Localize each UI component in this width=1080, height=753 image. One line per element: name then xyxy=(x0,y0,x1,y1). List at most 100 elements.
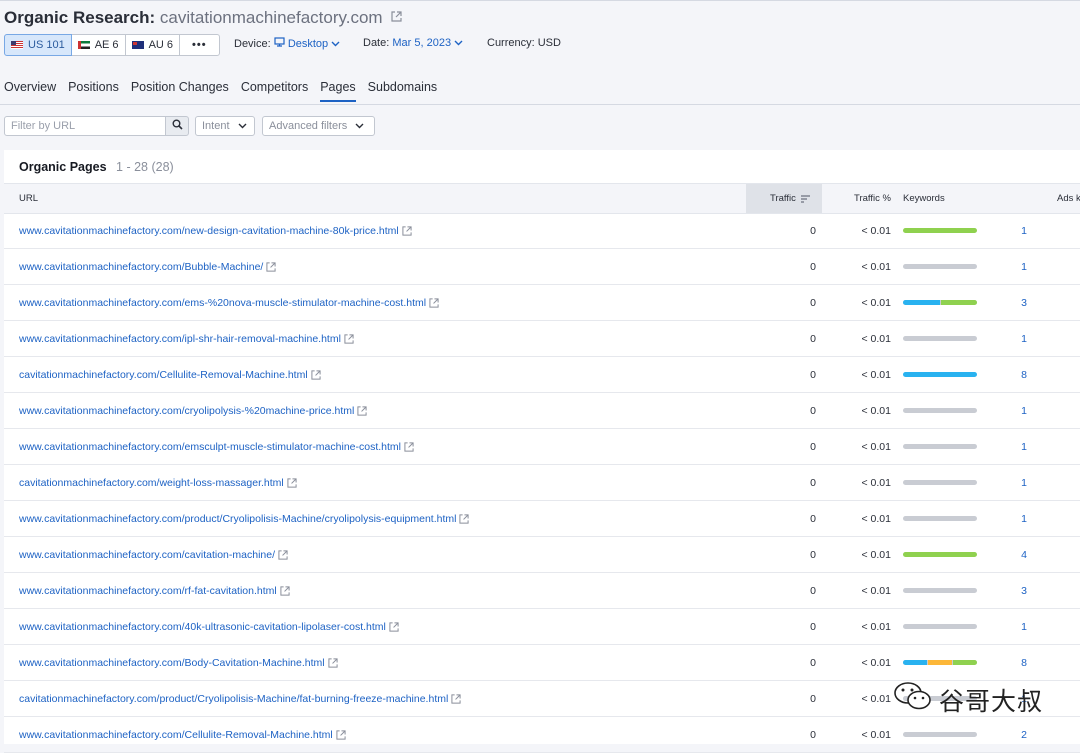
table-row: www.cavitationmachinefactory.com/ems-%20… xyxy=(4,285,1080,321)
external-link-icon[interactable] xyxy=(357,405,367,416)
traffic-percent-value: < 0.01 xyxy=(861,728,892,741)
keywords-count-link[interactable]: 8 xyxy=(1021,645,1027,680)
page-url-link[interactable]: www.cavitationmachinefactory.com/cryolip… xyxy=(19,393,367,428)
tabs-divider xyxy=(0,104,1080,105)
page-title-domain[interactable]: cavitationmachinefactory.com xyxy=(160,8,383,27)
advanced-filters-dropdown[interactable]: Advanced filters xyxy=(262,116,375,136)
page-url-link[interactable]: www.cavitationmachinefactory.com/cavitat… xyxy=(19,537,288,572)
table-row: www.cavitationmachinefactory.com/new-des… xyxy=(4,213,1080,249)
page-url-link[interactable]: www.cavitationmachinefactory.com/new-des… xyxy=(19,213,412,248)
keyword-intent-bar xyxy=(903,624,977,629)
external-link-icon[interactable] xyxy=(336,729,346,740)
tab-overview[interactable]: Overview xyxy=(4,80,56,102)
keywords-count-link[interactable]: 4 xyxy=(1021,537,1027,572)
panel-title-label: Organic Pages xyxy=(19,160,107,174)
page-url-link[interactable]: www.cavitationmachinefactory.com/emsculp… xyxy=(19,429,414,464)
database-us-button[interactable]: US 101 xyxy=(4,34,72,56)
page-url-text: www.cavitationmachinefactory.com/40k-ult… xyxy=(19,620,386,633)
page-url-link[interactable]: www.cavitationmachinefactory.com/ems-%20… xyxy=(19,285,439,320)
external-link-icon[interactable] xyxy=(429,297,439,308)
keyword-intent-segment xyxy=(903,300,940,305)
keyword-intent-bar xyxy=(903,552,977,557)
database-ae-button[interactable]: AE 6 xyxy=(70,34,126,56)
column-traffic-pct[interactable]: Traffic % xyxy=(854,184,891,213)
date-selector[interactable]: Date: Mar 5, 2023 xyxy=(363,37,463,49)
keywords-count-link[interactable]: 1 xyxy=(1021,609,1027,644)
tab-pages[interactable]: Pages xyxy=(320,80,356,102)
external-link-icon[interactable] xyxy=(404,441,414,452)
page-url-link[interactable]: www.cavitationmachinefactory.com/ipl-shr… xyxy=(19,321,354,356)
keywords-count-link[interactable]: 1 xyxy=(1021,321,1027,356)
intent-dropdown[interactable]: Intent xyxy=(195,116,255,136)
external-link-icon[interactable] xyxy=(391,7,402,27)
page-url-link[interactable]: www.cavitationmachinefactory.com/rf-fat-… xyxy=(19,573,290,608)
tab-competitors[interactable]: Competitors xyxy=(241,80,308,102)
external-link-icon[interactable] xyxy=(328,657,338,668)
device-selector[interactable]: Device: Desktop xyxy=(234,37,340,50)
page-url-link[interactable]: www.cavitationmachinefactory.com/Body-Ca… xyxy=(19,645,338,680)
table-header: URL Traffic Traffic % Keywords Ads k xyxy=(4,183,1080,214)
page-url-link[interactable]: www.cavitationmachinefactory.com/Bubble-… xyxy=(19,249,276,284)
traffic-value: 0 xyxy=(810,404,816,417)
keyword-intent-bar xyxy=(903,264,977,269)
traffic-percent-value: < 0.01 xyxy=(861,404,892,417)
intent-label: Intent xyxy=(202,120,230,132)
tab-positions[interactable]: Positions xyxy=(68,80,119,102)
search-button[interactable] xyxy=(165,116,189,136)
page-url-text: www.cavitationmachinefactory.com/ems-%20… xyxy=(19,296,427,309)
table-row: www.cavitationmachinefactory.com/Bubble-… xyxy=(4,249,1080,285)
keyword-intent-bar xyxy=(903,516,977,521)
keywords-count-link[interactable]: 1 xyxy=(1021,249,1027,284)
page-url-text: cavitationmachinefactory.com/weight-loss… xyxy=(19,476,284,489)
table-row: www.cavitationmachinefactory.com/cryolip… xyxy=(4,393,1080,429)
keywords-count-link[interactable]: 1 xyxy=(1021,393,1027,428)
table-row: www.cavitationmachinefactory.com/Body-Ca… xyxy=(4,645,1080,681)
external-link-icon[interactable] xyxy=(287,477,297,488)
page-url-link[interactable]: cavitationmachinefactory.com/Cellulite-R… xyxy=(19,357,321,392)
column-keywords[interactable]: Keywords xyxy=(903,184,945,213)
column-url[interactable]: URL xyxy=(19,184,38,213)
column-ads-keywords[interactable]: Ads k xyxy=(1057,184,1080,213)
keyword-intent-bar xyxy=(903,480,977,485)
keyword-intent-segment xyxy=(940,300,977,305)
page-url-text: www.cavitationmachinefactory.com/rf-fat-… xyxy=(19,584,277,597)
tab-position-changes[interactable]: Position Changes xyxy=(131,80,229,102)
keyword-intent-bar xyxy=(903,336,977,341)
keywords-count-link[interactable]: 8 xyxy=(1021,357,1027,392)
sort-icon xyxy=(800,194,810,203)
external-link-icon[interactable] xyxy=(344,333,354,344)
external-link-icon[interactable] xyxy=(459,513,470,524)
tab-subdomains[interactable]: Subdomains xyxy=(368,80,438,102)
page-url-link[interactable]: cavitationmachinefactory.com/weight-loss… xyxy=(19,465,297,500)
keyword-intent-segment xyxy=(903,228,977,233)
keywords-count-link[interactable]: 1 xyxy=(1021,213,1027,248)
external-link-icon[interactable] xyxy=(402,225,412,236)
page-title: Organic Research: cavitationmachinefacto… xyxy=(4,7,402,28)
keyword-intent-segment xyxy=(903,660,928,665)
panel-count: 1 - 28 (28) xyxy=(116,160,174,174)
keywords-count-link[interactable]: 1 xyxy=(1021,501,1027,536)
external-link-icon[interactable] xyxy=(389,621,399,632)
table-row: cavitationmachinefactory.com/weight-loss… xyxy=(4,465,1080,501)
page-url-link[interactable]: www.cavitationmachinefactory.com/Celluli… xyxy=(19,717,346,752)
keywords-count-link[interactable]: 1 xyxy=(1021,429,1027,464)
page-url-link[interactable]: www.cavitationmachinefactory.com/product… xyxy=(19,501,470,536)
url-filter-input[interactable]: Filter by URL xyxy=(4,116,166,136)
page-url-link[interactable]: www.cavitationmachinefactory.com/40k-ult… xyxy=(19,609,399,644)
keywords-count-link[interactable]: 3 xyxy=(1021,573,1027,608)
column-traffic[interactable]: Traffic xyxy=(770,184,810,213)
database-au-button[interactable]: AU 6 xyxy=(124,34,181,56)
keywords-count-link[interactable]: 3 xyxy=(1021,285,1027,320)
date-value: Mar 5, 2023 xyxy=(392,37,452,49)
page-url-text: www.cavitationmachinefactory.com/Celluli… xyxy=(19,728,333,741)
keywords-count-link[interactable]: 1 xyxy=(1021,465,1027,500)
external-link-icon[interactable] xyxy=(266,261,276,272)
traffic-percent-value: < 0.01 xyxy=(861,656,892,669)
external-link-icon[interactable] xyxy=(280,585,290,596)
external-link-icon[interactable] xyxy=(311,369,321,380)
page-url-link[interactable]: cavitationmachinefactory.com/product/Cry… xyxy=(19,681,461,716)
external-link-icon[interactable] xyxy=(451,693,461,704)
external-link-icon[interactable] xyxy=(278,549,288,560)
keywords-count-link[interactable]: 2 xyxy=(1021,717,1027,752)
more-databases-button[interactable]: ••• xyxy=(179,34,220,56)
